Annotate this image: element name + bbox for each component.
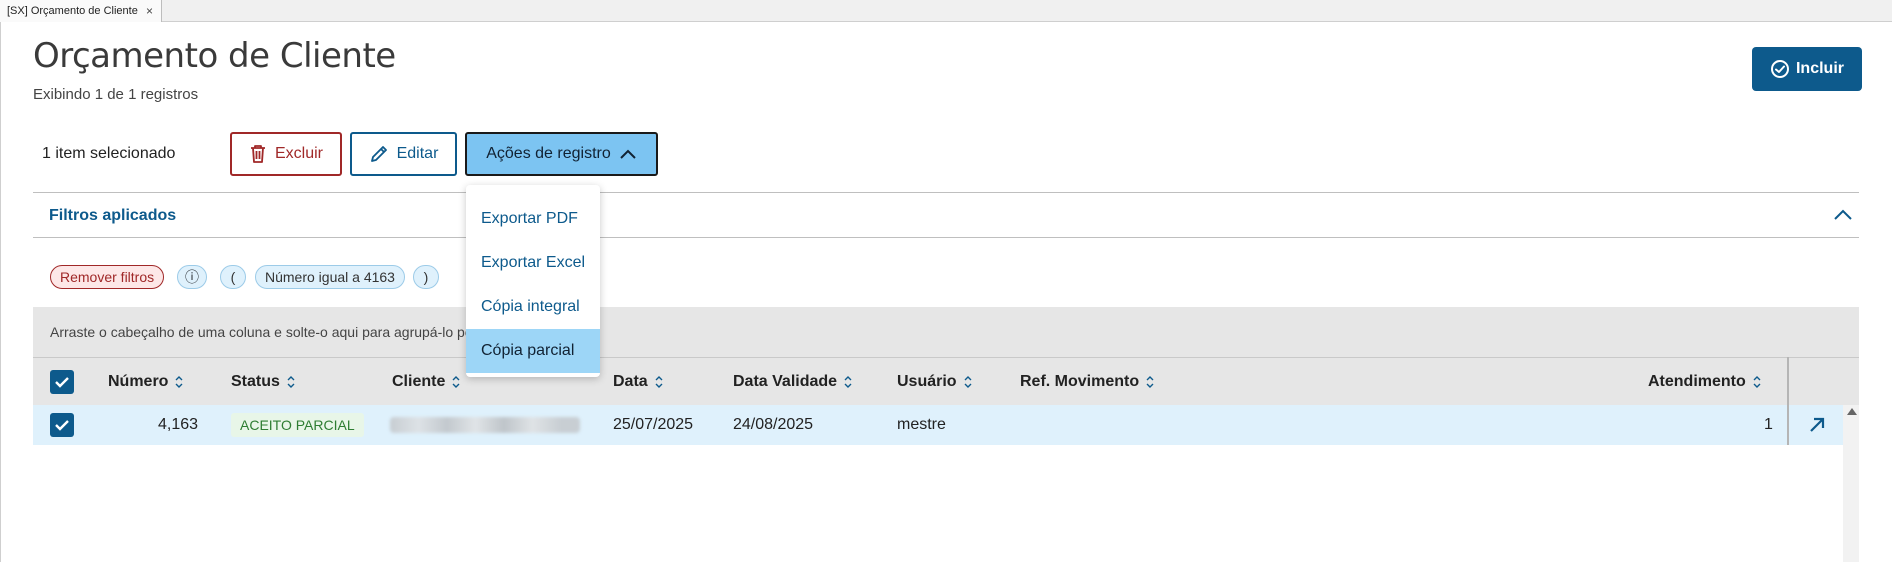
incluir-label: Incluir xyxy=(1795,60,1844,77)
sort-icon xyxy=(287,376,295,388)
column-label: Número xyxy=(108,373,169,390)
cell-cliente-redacted xyxy=(390,417,580,433)
scroll-up-arrow-icon[interactable] xyxy=(1846,406,1858,416)
open-record-cell[interactable] xyxy=(1789,405,1843,445)
grid-header: Número Status Cliente Data Data Validade… xyxy=(33,357,1859,405)
sort-icon xyxy=(452,376,460,388)
menu-item-copia-parcial[interactable]: Cópia parcial xyxy=(466,329,600,373)
menu-item-exportar-excel[interactable]: Exportar Excel xyxy=(466,241,600,285)
selection-count: 1 item selecionado xyxy=(42,145,176,162)
menu-item-copia-integral[interactable]: Cópia integral xyxy=(466,285,600,329)
trash-icon xyxy=(250,145,265,163)
column-label: Cliente xyxy=(392,373,446,390)
check-icon xyxy=(55,377,69,388)
pencil-icon xyxy=(370,146,387,162)
filters-title: Filtros aplicados xyxy=(49,207,177,224)
close-icon[interactable]: × xyxy=(146,0,153,22)
cell-usuario: mestre xyxy=(897,416,946,433)
record-count: Exibindo 1 de 1 registros xyxy=(33,86,199,103)
arrow-up-right-icon[interactable] xyxy=(1808,416,1826,434)
editar-button[interactable]: Editar xyxy=(350,132,457,176)
column-header-data-validade[interactable]: Data Validade xyxy=(733,373,853,391)
column-label: Status xyxy=(231,373,280,390)
page-title: Orçamento de Cliente xyxy=(33,36,396,76)
acoes-registro-button[interactable]: Ações de registro xyxy=(465,132,658,176)
filter-close-paren: ) xyxy=(413,265,439,289)
vertical-scrollbar[interactable] xyxy=(1843,405,1859,562)
acoes-label: Ações de registro xyxy=(486,145,611,162)
filter-condition-chip[interactable]: Número igual a 4163 xyxy=(255,265,405,289)
row-checkbox[interactable] xyxy=(50,413,74,437)
group-by-drop-zone[interactable]: Arraste o cabeçalho de uma coluna e solt… xyxy=(33,307,1859,357)
filter-open-paren: ( xyxy=(220,265,246,289)
menu-item-exportar-pdf[interactable]: Exportar PDF xyxy=(466,197,600,241)
table-row[interactable]: 4,163 ACEITO PARCIAL 25/07/2025 24/08/20… xyxy=(33,405,1843,445)
sort-icon xyxy=(175,376,183,388)
cell-data: 25/07/2025 xyxy=(613,416,694,433)
cell-data-validade: 24/08/2025 xyxy=(733,416,814,433)
incluir-button[interactable]: Incluir xyxy=(1752,47,1862,91)
acoes-dropdown-menu: Exportar PDF Exportar Excel Cópia integr… xyxy=(466,185,600,377)
check-circle-icon xyxy=(1770,60,1789,78)
column-header-atendimento[interactable]: Atendimento xyxy=(1648,373,1762,391)
status-badge: ACEITO PARCIAL xyxy=(231,413,364,437)
tab-title: [SX] Orçamento de Cliente xyxy=(7,5,138,17)
excluir-label: Excluir xyxy=(274,145,323,162)
column-header-data[interactable]: Data xyxy=(613,373,664,391)
sort-icon xyxy=(844,376,852,388)
select-all-checkbox[interactable] xyxy=(50,370,74,394)
editar-label: Editar xyxy=(396,145,439,162)
left-border xyxy=(0,22,1,562)
remove-filters-chip[interactable]: Remover filtros xyxy=(50,265,165,289)
column-header-status[interactable]: Status xyxy=(231,373,296,391)
column-header-usuario[interactable]: Usuário xyxy=(897,373,973,391)
chevron-up-icon[interactable] xyxy=(1833,207,1853,223)
sort-icon xyxy=(655,376,663,388)
tab-orcamento-cliente[interactable]: [SX] Orçamento de Cliente × xyxy=(0,0,162,22)
column-label: Ref. Movimento xyxy=(1020,373,1140,390)
filters-panel-header[interactable]: Filtros aplicados xyxy=(33,192,1859,238)
column-label: Data xyxy=(613,373,648,390)
sort-icon xyxy=(1753,376,1761,388)
info-icon[interactable]: ⓘ xyxy=(177,265,207,289)
column-label: Atendimento xyxy=(1648,373,1746,390)
check-icon xyxy=(55,420,69,431)
tab-bar: [SX] Orçamento de Cliente × xyxy=(0,0,1892,22)
cell-atendimento: 1 xyxy=(1764,416,1773,433)
column-header-numero[interactable]: Número xyxy=(108,373,184,391)
sort-icon xyxy=(964,376,972,388)
chevron-up-icon xyxy=(620,149,636,159)
column-label: Data Validade xyxy=(733,373,838,390)
sort-icon xyxy=(1146,376,1154,388)
column-label: Usuário xyxy=(897,373,957,390)
excluir-button[interactable]: Excluir xyxy=(230,132,342,176)
cell-numero: 4,163 xyxy=(158,416,199,433)
column-header-cliente[interactable]: Cliente xyxy=(392,373,461,391)
column-header-ref-movimento[interactable]: Ref. Movimento xyxy=(1020,373,1155,391)
